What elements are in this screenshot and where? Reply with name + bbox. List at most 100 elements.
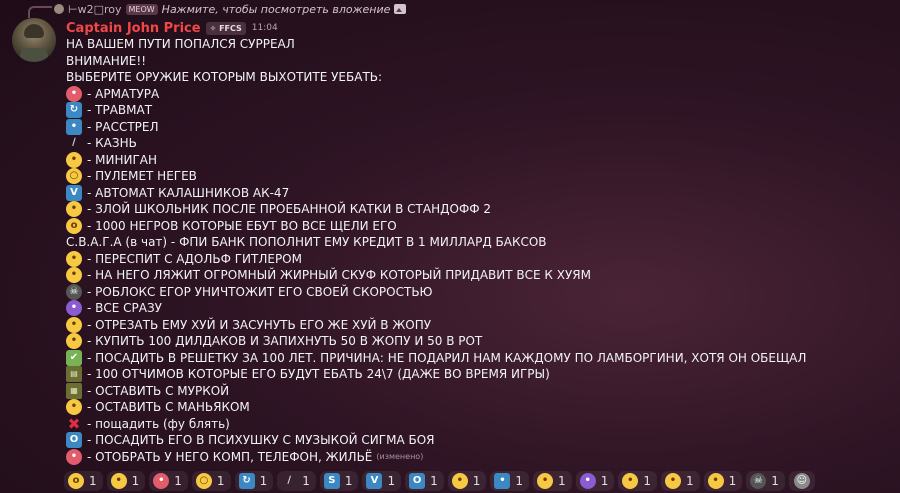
reaction-count: 1	[472, 474, 481, 488]
reaction-button[interactable]: • 1	[106, 471, 146, 491]
reaction-button[interactable]: • 1	[533, 471, 572, 491]
red-angry-face-icon: •	[66, 85, 82, 102]
message-line: • - МИНИГАН	[66, 151, 886, 169]
message-line-text: - ПОСАДИТЬ В РЕШЕТКУ ЗА 100 ЛЕТ. ПРИЧИНА…	[87, 350, 807, 365]
letter-v-icon: V	[66, 184, 82, 201]
message-line: ВНИМАНИЕ!!	[66, 53, 886, 70]
message-line-text: - 100 ОТЧИМОВ КОТОРЫЕ ЕГО БУДУТ ЕБАТЬ 24…	[87, 367, 550, 381]
author-tag[interactable]: ✧ FFCS	[205, 21, 246, 35]
letter-o-icon: O	[66, 432, 82, 449]
message-line-text: - НА НЕГО ЛЯЖИТ ОГРОМНЫЙ ЖИРНЫЙ СКУФ КОТ…	[87, 268, 591, 282]
reaction-button[interactable]: • 1	[490, 471, 530, 491]
knife-icon: ∕	[287, 475, 292, 486]
reply-avatar[interactable]	[54, 4, 64, 14]
reaction-button[interactable]: • 1	[447, 471, 487, 491]
reaction-count: 1	[302, 474, 310, 488]
author-name[interactable]: Captain John Price	[66, 21, 201, 36]
message-line-text: - РАССТРЕЛ	[87, 119, 159, 134]
message-line: • - ПЕРЕСПИТ С АДОЛЬФ ГИТЛЕРОМ	[66, 250, 886, 268]
repeat-arrows-icon: ↻	[238, 473, 255, 489]
small-face-icon: •	[66, 250, 82, 267]
reaction-count: 1	[771, 474, 779, 488]
rolling-laughing-face-icon: •	[622, 473, 639, 489]
reaction-count: 1	[259, 474, 268, 488]
alien-face-icon: •	[451, 473, 468, 489]
message-line: O - ПОСАДИТЬ ЕГО В ПСИХУШКУ С МУЗЫКОЙ СИГ…	[66, 432, 886, 449]
skull-icon: ☠	[66, 283, 82, 300]
image-icon: ▦	[66, 382, 82, 399]
reaction-button[interactable]: • 1	[660, 471, 700, 491]
reaction-button[interactable]: ☠ 1	[746, 471, 785, 491]
astonished-face-icon: o	[66, 217, 82, 234]
skull-icon: ☠	[750, 473, 767, 489]
message-line: • - ОТРЕЗАТЬ ЕМУ ХУЙ И ЗАСУНУТЬ ЕГО ЖЕ ХУ…	[66, 316, 886, 334]
reaction-count: 1	[728, 474, 737, 488]
reaction-button[interactable]: • 1	[618, 471, 657, 491]
repeat-arrows-icon: ↻	[66, 102, 82, 119]
message-line: ○ - ПУЛЕМЕТ НЕГЕВ	[66, 168, 886, 185]
message-line: • - ОТОБРАТЬ У НЕГО КОМП, ТЕЛЕФОН, ЖИЛЬЁ(…	[66, 448, 886, 466]
message-line: С.В.А.Г.А (в чат) - ФПИ БАНК ПОПОЛНИТ ЕМ…	[66, 234, 886, 251]
rolling-laughing-face-icon: •	[66, 267, 82, 284]
message-line: • - ЗЛОЙ ШКОЛЬНИК ПОСЛЕ ПРОЕБАННОЙ КАТКИ …	[66, 201, 886, 218]
reaction-button[interactable]: • 1	[149, 471, 188, 491]
message-line-text: - ПЕРЕСПИТ С АДОЛЬФ ГИТЛЕРОМ	[87, 251, 302, 266]
message-line: ▤ - 100 ОТЧИМОВ КОТОРЫЕ ЕГО БУДУТ ЕБАТЬ 2…	[66, 366, 886, 383]
reaction-button[interactable]: ∕ 1	[277, 471, 316, 491]
reaction-count: 1	[89, 474, 97, 488]
reaction-button[interactable]: S1	[319, 471, 359, 491]
reactions-bar: o 1 • 1 • 1 ○ 1 ↻ 1 ∕ 1 S 1 V 1 O 1 • 1 • 1 • 1 • 1 • 1 • 1 • 1 ☠ 1 ☺	[64, 470, 815, 492]
message-line-text: НА ВАШЕМ ПУТИ ПОПАЛСЯ СУРРЕАЛ	[66, 37, 295, 51]
message-line-text: - ОСТАВИТЬ С МУРКОЙ	[87, 383, 230, 398]
reply-preview[interactable]: ⊢w2□roy MEOW Нажмите, чтобы посмотреть в…	[54, 1, 407, 17]
reaction-button[interactable]: V1	[362, 471, 402, 491]
reply-author[interactable]: ⊢w2□roy	[68, 3, 122, 16]
blue-figure-icon: •	[66, 118, 82, 135]
message-line: • - ВСЕ СРАЗУ	[66, 300, 886, 317]
crying-laughing-face-icon: •	[66, 201, 82, 218]
message-line-text: - МИНИГАН	[87, 152, 158, 167]
reaction-button[interactable]: O1	[405, 471, 444, 491]
reply-attachment-text[interactable]: Нажмите, чтобы посмотреть вложение	[162, 3, 391, 16]
red-hat-icon: •	[66, 448, 82, 465]
message-line: o - 1000 НЕГРОВ КОТОРЫЕ ЕБУТ ВО ВСЕ ЩЕЛИ …	[66, 217, 886, 235]
reaction-button[interactable]: o1	[64, 471, 103, 491]
reaction-button[interactable]: • 1	[575, 471, 615, 491]
message-line-text: - ЗЛОЙ ШКОЛЬНИК ПОСЛЕ ПРОЕБАННОЙ КАТКИ В…	[87, 202, 492, 216]
letter-s-icon: S	[323, 473, 340, 489]
message-line-text: - РОБЛОКС ЕГОР УНИЧТОЖИТ ЕГО СВОЕЙ СКОРО…	[87, 284, 433, 299]
reaction-count: 1	[643, 474, 651, 488]
astonished-face-icon: o	[68, 473, 84, 489]
film-strip-icon: ▤	[66, 366, 82, 383]
message-line-text: - ОТРЕЗАТЬ ЕМУ ХУЙ И ЗАСУНУТЬ ЕГО ЖЕ ХУЙ…	[87, 317, 432, 332]
message-line-text: - ВСЕ СРАЗУ	[87, 301, 162, 315]
purple-devil-face-icon: •	[66, 300, 82, 317]
message-line-text: - ОСТАВИТЬ С МАНЬЯКОМ	[87, 400, 250, 414]
reply-connector	[28, 6, 52, 18]
message-line: V - АВТОМАТ КАЛАШНИКОВ АК-47	[66, 184, 886, 202]
add-reaction-button[interactable]: ☺	[788, 471, 815, 491]
message-line: НА ВАШЕМ ПУТИ ПОПАЛСЯ СУРРЕАЛ	[66, 36, 886, 53]
avatar[interactable]	[12, 18, 56, 62]
message-line: ↻ - ТРАВМАТ	[66, 102, 886, 119]
smirking-face-icon: •	[66, 316, 82, 333]
message-line-text: С.В.А.Г.А (в чат) - ФПИ БАНК ПОПОЛНИТ ЕМ…	[66, 235, 547, 249]
letter-o-icon: O	[409, 473, 426, 489]
reaction-button[interactable]: ○ 1	[191, 471, 231, 491]
edited-label[interactable]: (изменено)	[376, 449, 423, 466]
check-mark-icon: ✔	[66, 349, 82, 366]
message-line-text: - КАЗНЬ	[87, 136, 137, 150]
reaction-button[interactable]: • 1	[703, 471, 743, 491]
image-icon	[394, 4, 407, 14]
small-face-icon: •	[664, 473, 681, 489]
timestamp[interactable]: 11:04	[252, 23, 278, 33]
message-line: ∕ - КАЗНЬ	[66, 135, 886, 152]
reaction-count: 1	[387, 474, 396, 488]
message-line-text: - ОТОБРАТЬ У НЕГО КОМП, ТЕЛЕФОН, ЖИЛЬЁ	[87, 449, 373, 464]
letter-v-icon: V	[366, 473, 383, 489]
message-line-text: - АРМАТУРА	[87, 86, 160, 101]
red-angry-face-icon: •	[153, 473, 170, 489]
reaction-count: 1	[515, 474, 524, 488]
reaction-button[interactable]: ↻ 1	[234, 471, 274, 491]
message-line-text: - ПОСАДИТЬ ЕГО В ПСИХУШКУ С МУЗЫКОЙ СИГМ…	[87, 433, 435, 447]
